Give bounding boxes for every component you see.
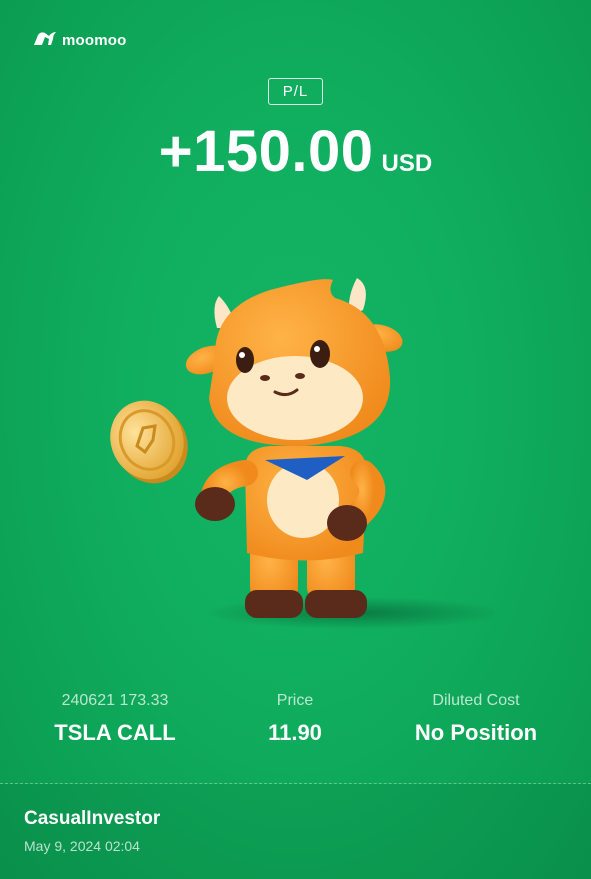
mascot-illustration (110, 278, 495, 629)
pl-amount: +150.00 (158, 119, 374, 184)
pl-share-card: moomoo P/L +150.00 USD 240621 173.33 TSL… (0, 0, 591, 879)
stat-diluted-cost-value: No Position (414, 720, 538, 745)
stat-contract-value: TSLA CALL (54, 720, 176, 745)
stat-price-label: Price (276, 692, 314, 709)
stat-contract-label: 240621 173.33 (61, 692, 169, 709)
coin-icon (110, 400, 188, 484)
pl-label-badge: P/L (268, 78, 323, 105)
brand-name: moomoo (62, 32, 127, 49)
stat-price: Price 11.90 (225, 692, 365, 746)
pl-amount-row: +150.00 USD (0, 118, 591, 185)
moomoo-bull-icon (33, 30, 57, 51)
brand-logo: moomoo (33, 30, 127, 51)
stat-contract: 240621 173.33 TSLA CALL (30, 692, 200, 746)
stat-diluted-cost: Diluted Cost No Position (396, 692, 556, 746)
footer (0, 784, 591, 879)
pl-currency: USD (381, 150, 433, 177)
stat-diluted-cost-label: Diluted Cost (432, 692, 520, 709)
username: CasualInvestor (24, 808, 161, 829)
dashed-divider (0, 783, 591, 784)
stat-price-value: 11.90 (268, 720, 322, 745)
post-timestamp: May 9, 2024 02:04 (24, 838, 140, 854)
